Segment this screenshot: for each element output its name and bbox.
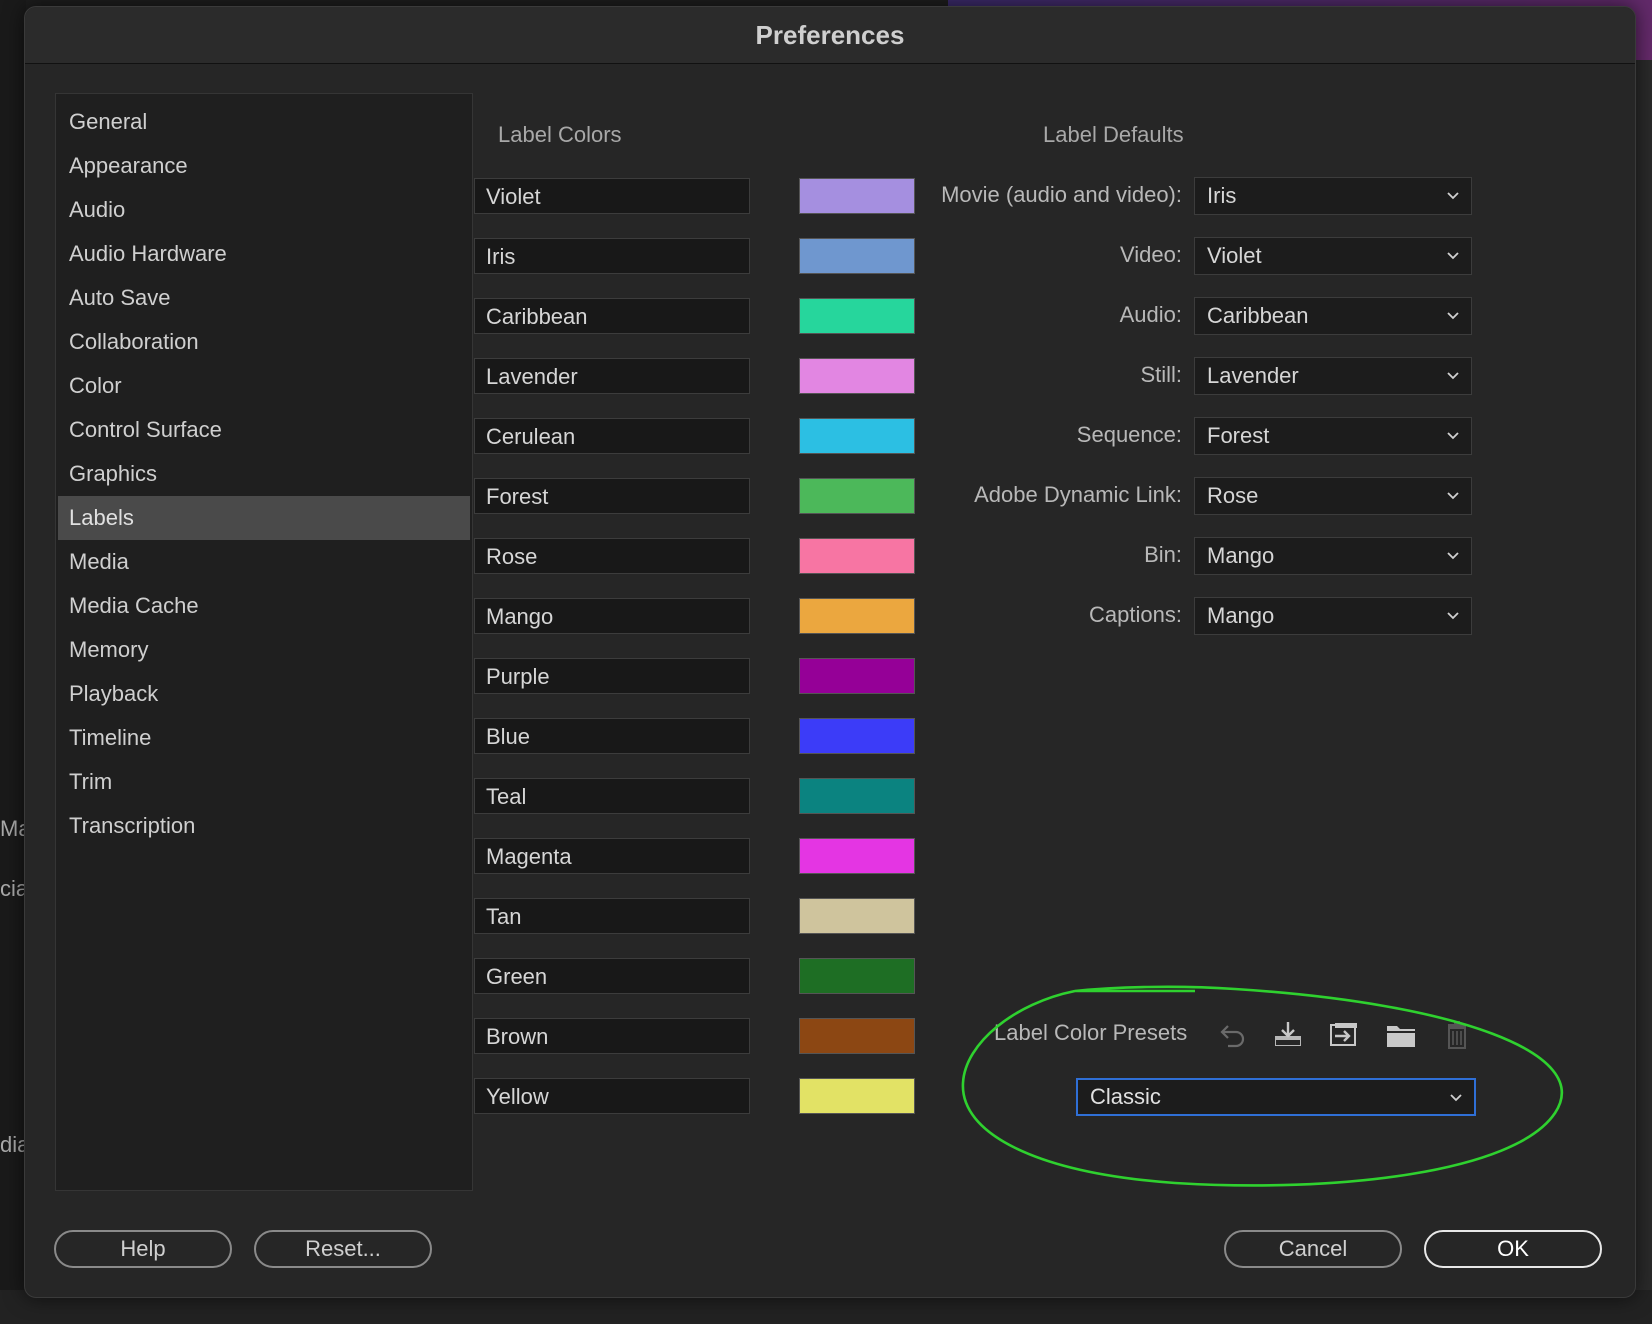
sidebar-item-transcription[interactable]: Transcription	[58, 804, 470, 848]
label-default-dropdown[interactable]: Caribbean	[1194, 297, 1472, 335]
label-default-label: Bin:	[1144, 542, 1182, 567]
label-color-name-field[interactable]: Violet	[474, 178, 750, 214]
dropdown-value: Forest	[1207, 423, 1270, 448]
label-color-swatch[interactable]	[799, 538, 915, 574]
dropdown-value: Caribbean	[1207, 303, 1309, 328]
label-colors-heading: Label Colors	[498, 122, 622, 147]
chevron-down-icon	[1447, 372, 1459, 380]
label-color-swatch[interactable]	[799, 298, 915, 334]
label-color-name-field[interactable]: Cerulean	[474, 418, 750, 454]
dialog-title: Preferences	[25, 7, 1635, 64]
label-color-name-field[interactable]: Teal	[474, 778, 750, 814]
chevron-down-icon	[1447, 552, 1459, 560]
sidebar-item-color[interactable]: Color	[58, 364, 470, 408]
label-default-label: Audio:	[1119, 302, 1182, 327]
label-default-label: Video:	[1120, 242, 1182, 267]
dropdown-value: Mango	[1207, 603, 1275, 628]
cancel-button[interactable]: Cancel	[1224, 1230, 1402, 1268]
dropdown-value: Violet	[1207, 243, 1262, 268]
sidebar-item-auto-save[interactable]: Auto Save	[58, 276, 470, 320]
label-color-swatch[interactable]	[799, 238, 915, 274]
label-defaults-heading: Label Defaults	[1043, 122, 1184, 147]
label-default-dropdown[interactable]: Iris	[1194, 177, 1472, 215]
reset-button[interactable]: Reset...	[254, 1230, 432, 1268]
chevron-down-icon	[1447, 612, 1459, 620]
label-color-name-field[interactable]: Rose	[474, 538, 750, 574]
label-color-swatch[interactable]	[799, 1078, 915, 1114]
sidebar-item-timeline[interactable]: Timeline	[58, 716, 470, 760]
chevron-down-icon	[1447, 432, 1459, 440]
label-color-name-field[interactable]: Yellow	[474, 1078, 750, 1114]
sidebar-item-graphics[interactable]: Graphics	[58, 452, 470, 496]
label-color-name-field[interactable]: Brown	[474, 1018, 750, 1054]
label-color-swatch[interactable]	[799, 178, 915, 214]
chevron-down-icon	[1447, 252, 1459, 260]
label-color-swatch[interactable]	[799, 718, 915, 754]
sidebar-item-collaboration[interactable]: Collaboration	[58, 320, 470, 364]
sidebar-item-general[interactable]: General	[58, 100, 470, 144]
ok-button[interactable]: OK	[1424, 1230, 1602, 1268]
sidebar-item-control-surface[interactable]: Control Surface	[58, 408, 470, 452]
sidebar-item-trim[interactable]: Trim	[58, 760, 470, 804]
label-default-label: Captions:	[1089, 602, 1182, 627]
sidebar-item-media-cache[interactable]: Media Cache	[58, 584, 470, 628]
label-default-label: Adobe Dynamic Link:	[974, 482, 1182, 507]
label-color-swatch[interactable]	[799, 898, 915, 934]
label-color-name-field[interactable]: Magenta	[474, 838, 750, 874]
preferences-sidebar: General Appearance Audio Audio Hardware …	[55, 93, 473, 1191]
label-color-name-field[interactable]: Caribbean	[474, 298, 750, 334]
label-default-dropdown[interactable]: Mango	[1194, 597, 1472, 635]
label-color-name-field[interactable]: Purple	[474, 658, 750, 694]
dropdown-value: Lavender	[1207, 363, 1299, 388]
label-color-name-field[interactable]: Mango	[474, 598, 750, 634]
chevron-down-icon	[1447, 492, 1459, 500]
label-color-swatch[interactable]	[799, 478, 915, 514]
chevron-down-icon	[1447, 192, 1459, 200]
label-default-dropdown[interactable]: Mango	[1194, 537, 1472, 575]
label-color-name-field[interactable]: Green	[474, 958, 750, 994]
label-color-swatch[interactable]	[799, 658, 915, 694]
label-color-name-field[interactable]: Lavender	[474, 358, 750, 394]
label-color-swatch[interactable]	[799, 838, 915, 874]
sidebar-item-memory[interactable]: Memory	[58, 628, 470, 672]
sidebar-item-media[interactable]: Media	[58, 540, 470, 584]
background-left-strip	[0, 0, 26, 1324]
label-default-label: Movie (audio and video):	[941, 182, 1182, 207]
label-color-swatch[interactable]	[799, 1018, 915, 1054]
label-color-name-field[interactable]: Iris	[474, 238, 750, 274]
dropdown-value: Iris	[1207, 183, 1237, 208]
chevron-down-icon	[1447, 312, 1459, 320]
label-color-name-field[interactable]: Blue	[474, 718, 750, 754]
sidebar-item-playback[interactable]: Playback	[58, 672, 470, 716]
help-button[interactable]: Help	[54, 1230, 232, 1268]
label-color-name-field[interactable]: Tan	[474, 898, 750, 934]
dropdown-value: Rose	[1207, 483, 1259, 508]
label-default-dropdown[interactable]: Forest	[1194, 417, 1472, 455]
label-default-dropdown[interactable]: Lavender	[1194, 357, 1472, 395]
dropdown-value: Mango	[1207, 543, 1275, 568]
label-color-swatch[interactable]	[799, 778, 915, 814]
label-color-swatch[interactable]	[799, 598, 915, 634]
sidebar-item-appearance[interactable]: Appearance	[58, 144, 470, 188]
label-color-swatch[interactable]	[799, 418, 915, 454]
label-color-swatch[interactable]	[799, 358, 915, 394]
annotation-circle	[961, 985, 1563, 1187]
label-default-label: Still:	[1140, 362, 1182, 387]
label-color-swatch[interactable]	[799, 958, 915, 994]
label-default-dropdown[interactable]: Violet	[1194, 237, 1472, 275]
sidebar-item-audio[interactable]: Audio	[58, 188, 470, 232]
label-color-name-field[interactable]: Forest	[474, 478, 750, 514]
sidebar-item-labels[interactable]: Labels	[58, 496, 470, 540]
sidebar-item-audio-hardware[interactable]: Audio Hardware	[58, 232, 470, 276]
label-default-label: Sequence:	[1076, 422, 1182, 447]
label-default-dropdown[interactable]: Rose	[1194, 477, 1472, 515]
